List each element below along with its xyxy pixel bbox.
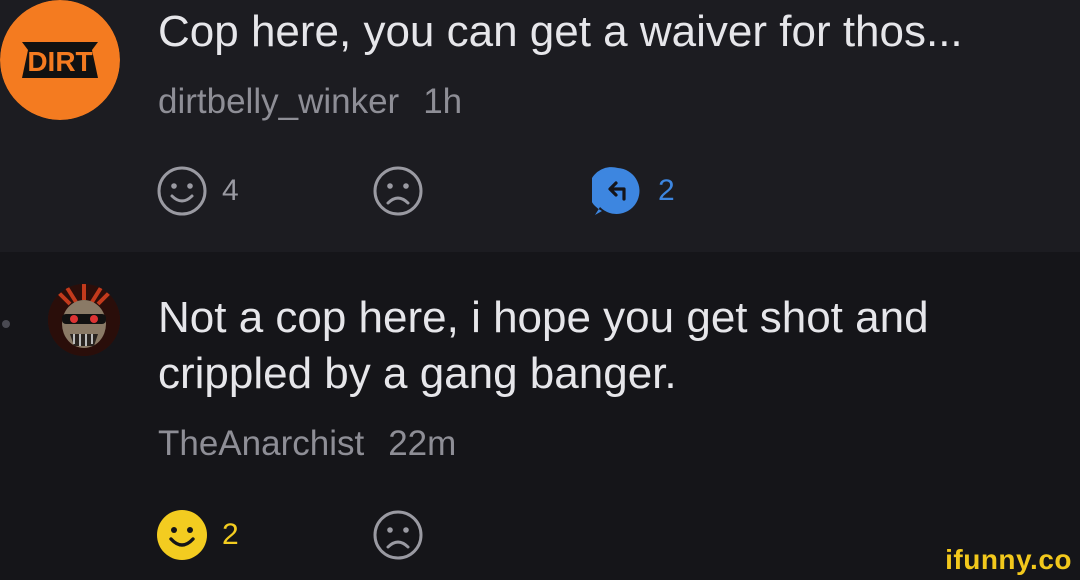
frown-button[interactable]	[372, 509, 424, 561]
svg-text:DIRT: DIRT	[27, 46, 92, 77]
smile-face-icon	[157, 166, 207, 216]
user-avatar[interactable]: DIRT	[0, 0, 120, 120]
smile-button[interactable]: 2	[156, 509, 239, 561]
smile-count: 4	[222, 174, 239, 207]
dirt-logo-icon: DIRT	[0, 0, 120, 120]
frown-face-icon	[373, 166, 423, 216]
comment-meta: TheAnarchist 22m	[158, 424, 456, 464]
skull-avatar-icon	[48, 284, 120, 356]
ifunny-watermark: ifunny.co	[945, 544, 1072, 575]
reply-count: 2	[658, 174, 675, 207]
timestamp: 1h	[423, 82, 463, 121]
username[interactable]: TheAnarchist	[158, 424, 364, 463]
comment-meta: dirtbelly_winker 1h	[158, 82, 462, 122]
frown-face-icon	[373, 510, 423, 560]
user-avatar[interactable]	[48, 284, 120, 356]
comment-text[interactable]: Not a cop here, i hope you get shot and …	[158, 290, 1068, 402]
comment-text[interactable]: Cop here, you can get a waiver for thos.…	[158, 4, 963, 60]
reply-button[interactable]: 2	[592, 165, 675, 217]
frown-button[interactable]	[372, 165, 424, 217]
username[interactable]: dirtbelly_winker	[158, 82, 399, 121]
thread-indicator	[2, 320, 10, 328]
smile-button[interactable]: 4	[156, 165, 239, 217]
smile-face-icon	[157, 510, 207, 560]
reply-bubble-icon	[592, 167, 640, 215]
timestamp: 22m	[388, 424, 457, 463]
smile-count: 2	[222, 518, 239, 551]
comment-item: DIRT Cop here, you can get a waiver for …	[0, 0, 1080, 252]
